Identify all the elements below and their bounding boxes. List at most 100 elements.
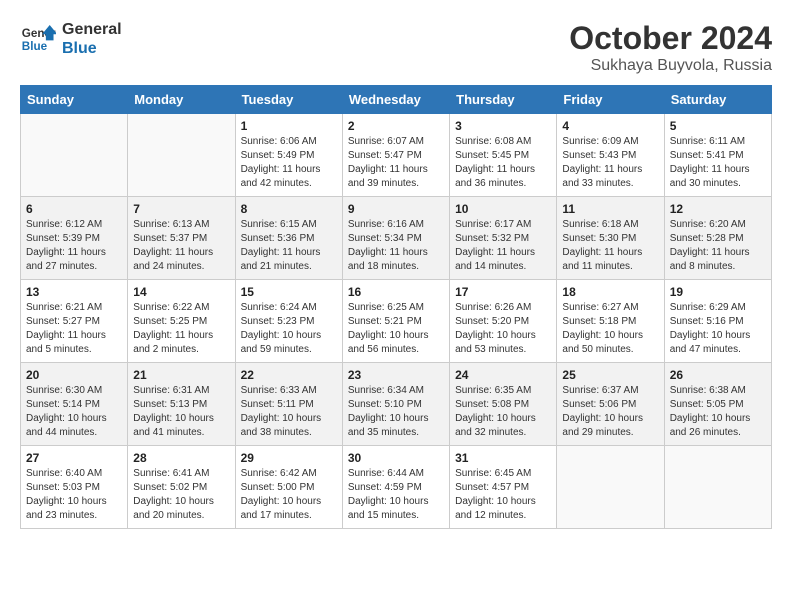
- day-info: Sunrise: 6:09 AMSunset: 5:43 PMDaylight:…: [562, 136, 642, 189]
- column-header-monday: Monday: [128, 86, 235, 114]
- calendar-cell: 2 Sunrise: 6:07 AMSunset: 5:47 PMDaylight…: [342, 114, 449, 197]
- day-info: Sunrise: 6:29 AMSunset: 5:16 PMDaylight:…: [670, 302, 751, 355]
- day-info: Sunrise: 6:07 AMSunset: 5:47 PMDaylight:…: [348, 136, 428, 189]
- page-subtitle: Sukhaya Buyvola, Russia: [569, 57, 772, 75]
- calendar-cell: 14 Sunrise: 6:22 AMSunset: 5:25 PMDayligh…: [128, 280, 235, 363]
- logo: General Blue General Blue: [20, 20, 122, 58]
- day-number: 3: [455, 119, 551, 133]
- calendar-cell: 16 Sunrise: 6:25 AMSunset: 5:21 PMDayligh…: [342, 280, 449, 363]
- day-info: Sunrise: 6:31 AMSunset: 5:13 PMDaylight:…: [133, 385, 214, 438]
- day-info: Sunrise: 6:18 AMSunset: 5:30 PMDaylight:…: [562, 219, 642, 272]
- day-number: 12: [670, 202, 766, 216]
- column-header-tuesday: Tuesday: [235, 86, 342, 114]
- calendar-cell: 24 Sunrise: 6:35 AMSunset: 5:08 PMDayligh…: [450, 363, 557, 446]
- calendar-table: SundayMondayTuesdayWednesdayThursdayFrid…: [20, 85, 772, 529]
- day-number: 8: [241, 202, 337, 216]
- column-header-thursday: Thursday: [450, 86, 557, 114]
- day-info: Sunrise: 6:15 AMSunset: 5:36 PMDaylight:…: [241, 219, 321, 272]
- calendar-cell: 17Sunrise: 6:26 AMSunset: 5:20 PMDayligh…: [450, 280, 557, 363]
- day-number: 6: [26, 202, 122, 216]
- logo-icon: General Blue: [20, 21, 56, 57]
- calendar-cell: 26 Sunrise: 6:38 AMSunset: 5:05 PMDayligh…: [664, 363, 771, 446]
- day-number: 21: [133, 368, 229, 382]
- calendar-cell: 4 Sunrise: 6:09 AMSunset: 5:43 PMDaylight…: [557, 114, 664, 197]
- calendar-week-3: 13 Sunrise: 6:21 AMSunset: 5:27 PMDayligh…: [21, 280, 772, 363]
- day-info: Sunrise: 6:45 AMSunset: 4:57 PMDaylight:…: [455, 468, 536, 521]
- calendar-cell: 31 Sunrise: 6:45 AMSunset: 4:57 PMDayligh…: [450, 446, 557, 529]
- day-number: 25: [562, 368, 658, 382]
- day-number: 4: [562, 119, 658, 133]
- day-info: Sunrise: 6:06 AMSunset: 5:49 PMDaylight:…: [241, 136, 321, 189]
- calendar-week-1: 1 Sunrise: 6:06 AMSunset: 5:49 PMDaylight…: [21, 114, 772, 197]
- calendar-cell: 8 Sunrise: 6:15 AMSunset: 5:36 PMDaylight…: [235, 197, 342, 280]
- calendar-cell: 15 Sunrise: 6:24 AMSunset: 5:23 PMDayligh…: [235, 280, 342, 363]
- calendar-cell: 18 Sunrise: 6:27 AMSunset: 5:18 PMDayligh…: [557, 280, 664, 363]
- calendar-cell: 25 Sunrise: 6:37 AMSunset: 5:06 PMDayligh…: [557, 363, 664, 446]
- calendar-cell: 29 Sunrise: 6:42 AMSunset: 5:00 PMDayligh…: [235, 446, 342, 529]
- calendar-cell: 19 Sunrise: 6:29 AMSunset: 5:16 PMDayligh…: [664, 280, 771, 363]
- day-info: Sunrise: 6:27 AMSunset: 5:18 PMDaylight:…: [562, 302, 643, 355]
- calendar-cell: [128, 114, 235, 197]
- day-info: Sunrise: 6:38 AMSunset: 5:05 PMDaylight:…: [670, 385, 751, 438]
- day-info: Sunrise: 6:30 AMSunset: 5:14 PMDaylight:…: [26, 385, 107, 438]
- day-number: 28: [133, 451, 229, 465]
- day-number: 15: [241, 285, 337, 299]
- day-number: 24: [455, 368, 551, 382]
- calendar-cell: 9Sunrise: 6:16 AMSunset: 5:34 PMDaylight…: [342, 197, 449, 280]
- day-number: 20: [26, 368, 122, 382]
- day-number: 10: [455, 202, 551, 216]
- calendar-cell: 30Sunrise: 6:44 AMSunset: 4:59 PMDayligh…: [342, 446, 449, 529]
- day-info: Sunrise: 6:34 AMSunset: 5:10 PMDaylight:…: [348, 385, 429, 438]
- day-info: Sunrise: 6:22 AMSunset: 5:25 PMDaylight:…: [133, 302, 213, 355]
- day-info: Sunrise: 6:44 AMSunset: 4:59 PMDaylight:…: [348, 468, 429, 521]
- day-info: Sunrise: 6:42 AMSunset: 5:00 PMDaylight:…: [241, 468, 322, 521]
- logo-general: General: [62, 20, 122, 39]
- day-info: Sunrise: 6:21 AMSunset: 5:27 PMDaylight:…: [26, 302, 106, 355]
- day-number: 11: [562, 202, 658, 216]
- day-number: 19: [670, 285, 766, 299]
- calendar-cell: [664, 446, 771, 529]
- header-row: SundayMondayTuesdayWednesdayThursdayFrid…: [21, 86, 772, 114]
- day-number: 2: [348, 119, 444, 133]
- svg-text:Blue: Blue: [22, 40, 48, 53]
- calendar-cell: 11 Sunrise: 6:18 AMSunset: 5:30 PMDayligh…: [557, 197, 664, 280]
- day-number: 29: [241, 451, 337, 465]
- column-header-friday: Friday: [557, 86, 664, 114]
- column-header-saturday: Saturday: [664, 86, 771, 114]
- calendar-cell: [21, 114, 128, 197]
- column-header-wednesday: Wednesday: [342, 86, 449, 114]
- calendar-cell: 3Sunrise: 6:08 AMSunset: 5:45 PMDaylight…: [450, 114, 557, 197]
- calendar-cell: 12 Sunrise: 6:20 AMSunset: 5:28 PMDayligh…: [664, 197, 771, 280]
- day-info: Sunrise: 6:41 AMSunset: 5:02 PMDaylight:…: [133, 468, 214, 521]
- day-number: 27: [26, 451, 122, 465]
- day-number: 16: [348, 285, 444, 299]
- calendar-week-5: 27Sunrise: 6:40 AMSunset: 5:03 PMDayligh…: [21, 446, 772, 529]
- calendar-cell: 20 Sunrise: 6:30 AMSunset: 5:14 PMDayligh…: [21, 363, 128, 446]
- day-number: 26: [670, 368, 766, 382]
- day-number: 18: [562, 285, 658, 299]
- day-info: Sunrise: 6:12 AMSunset: 5:39 PMDaylight:…: [26, 219, 106, 272]
- day-info: Sunrise: 6:37 AMSunset: 5:06 PMDaylight:…: [562, 385, 643, 438]
- day-number: 13: [26, 285, 122, 299]
- logo-blue: Blue: [62, 39, 122, 58]
- day-info: Sunrise: 6:35 AMSunset: 5:08 PMDaylight:…: [455, 385, 536, 438]
- column-header-sunday: Sunday: [21, 86, 128, 114]
- calendar-cell: [557, 446, 664, 529]
- day-info: Sunrise: 6:26 AMSunset: 5:20 PMDaylight:…: [455, 302, 536, 355]
- calendar-cell: 27Sunrise: 6:40 AMSunset: 5:03 PMDayligh…: [21, 446, 128, 529]
- day-number: 9: [348, 202, 444, 216]
- day-number: 31: [455, 451, 551, 465]
- calendar-cell: 5Sunrise: 6:11 AMSunset: 5:41 PMDaylight…: [664, 114, 771, 197]
- day-info: Sunrise: 6:24 AMSunset: 5:23 PMDaylight:…: [241, 302, 322, 355]
- day-info: Sunrise: 6:13 AMSunset: 5:37 PMDaylight:…: [133, 219, 213, 272]
- day-info: Sunrise: 6:17 AMSunset: 5:32 PMDaylight:…: [455, 219, 535, 272]
- calendar-cell: 1 Sunrise: 6:06 AMSunset: 5:49 PMDaylight…: [235, 114, 342, 197]
- day-info: Sunrise: 6:25 AMSunset: 5:21 PMDaylight:…: [348, 302, 429, 355]
- day-info: Sunrise: 6:20 AMSunset: 5:28 PMDaylight:…: [670, 219, 750, 272]
- day-number: 7: [133, 202, 229, 216]
- day-number: 14: [133, 285, 229, 299]
- day-number: 1: [241, 119, 337, 133]
- calendar-cell: 22Sunrise: 6:33 AMSunset: 5:11 PMDayligh…: [235, 363, 342, 446]
- calendar-cell: 28 Sunrise: 6:41 AMSunset: 5:02 PMDayligh…: [128, 446, 235, 529]
- calendar-cell: 21 Sunrise: 6:31 AMSunset: 5:13 PMDayligh…: [128, 363, 235, 446]
